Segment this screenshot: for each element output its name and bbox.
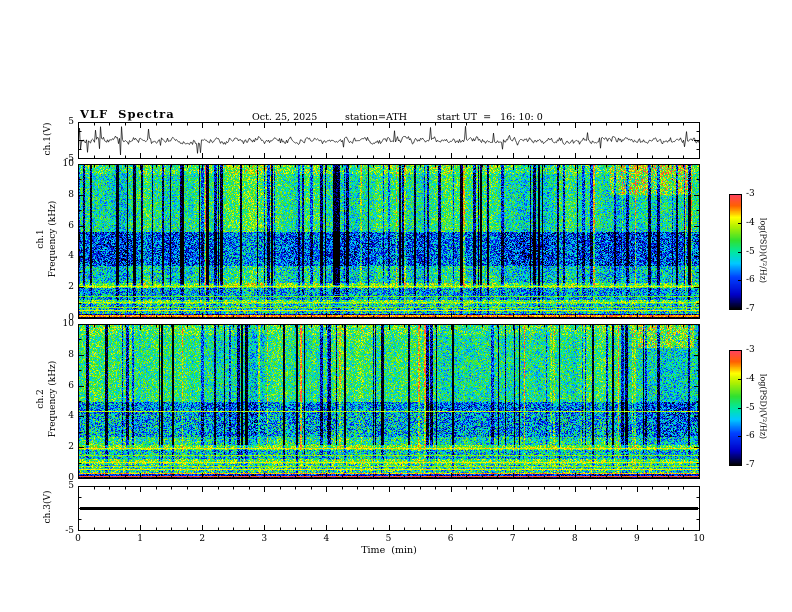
colorbar-ch1 xyxy=(729,194,742,310)
x-tick-label: 8 xyxy=(571,534,578,544)
x-tick-label: 3 xyxy=(261,534,268,544)
x-tick-label: 10 xyxy=(693,534,705,544)
colorbar1-tick: -3 xyxy=(746,189,755,199)
ch2-spec-ytick: 0 xyxy=(68,473,74,483)
colorbar2-tick: -3 xyxy=(746,345,755,355)
ch1-wave-ytick: 5 xyxy=(68,117,74,127)
colorbar2-tick: -7 xyxy=(746,460,755,470)
colorbar1-tick: -6 xyxy=(746,275,755,286)
ch2-spectrogram-plot xyxy=(78,324,700,479)
x-tick-label: 2 xyxy=(199,534,206,544)
ch2-spec-ytick: 2 xyxy=(68,442,74,453)
ch2-spec-ytick: 8 xyxy=(68,349,74,360)
x-tick-label: 5 xyxy=(385,534,392,544)
ch1-spec-ytick: 2 xyxy=(68,282,74,293)
ch1-spec-ytick: 8 xyxy=(68,189,74,200)
x-tick-label: 4 xyxy=(323,534,330,544)
colorbar2-tick: -6 xyxy=(746,431,755,442)
ch3-wave-ylabel: ch.3(V) xyxy=(43,490,53,524)
ch1-spectrogram-plot xyxy=(78,164,700,319)
colorbar1-tick: -5 xyxy=(746,246,755,257)
x-tick-label: 9 xyxy=(634,534,640,544)
x-tick-label: 6 xyxy=(447,534,454,544)
ch1-spec-channel-label: ch.1 xyxy=(36,229,46,249)
colorbar1-label: log(PSD)(V²/Hz) xyxy=(758,217,768,284)
x-axis-title: Time (min) xyxy=(361,545,417,556)
vlf-spectra-figure: VLF Spectra Oct. 25, 2025 station=ATH st… xyxy=(0,0,792,612)
colorbar2-label: log(PSD)(V²/Hz) xyxy=(758,373,768,440)
colorbar2-tick: -5 xyxy=(746,402,755,413)
ch1-spec-ytick: 10 xyxy=(62,159,74,169)
ch1-spec-ytick: 4 xyxy=(68,251,74,262)
ch1-waveform-plot xyxy=(78,122,700,159)
ch1-spec-ytick: 6 xyxy=(68,220,74,231)
colorbar2-tick: -4 xyxy=(746,373,755,384)
ch2-spec-ytick: 4 xyxy=(68,411,74,422)
colorbar1-tick: -4 xyxy=(746,217,755,228)
ch2-spec-ytick: 6 xyxy=(68,380,74,391)
ch3-waveform-plot xyxy=(78,486,700,531)
colorbar-ch2 xyxy=(729,350,742,466)
x-tick-label: 7 xyxy=(509,534,516,544)
x-tick-label: 1 xyxy=(137,534,143,544)
ch3-wave-ytick: -5 xyxy=(65,526,74,536)
colorbar1-tick: -7 xyxy=(746,304,755,314)
ch2-spec-ytick: 10 xyxy=(62,319,74,329)
figure-title: VLF Spectra xyxy=(80,107,175,121)
